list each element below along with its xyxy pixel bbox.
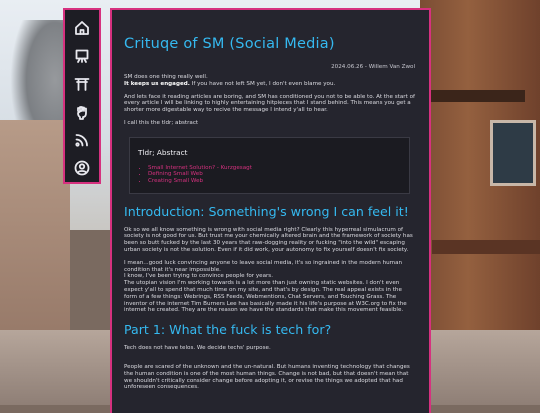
list-item: Defining Small Web <box>148 171 401 178</box>
intro-paragraph-2: And lets face it reading articles are bo… <box>124 93 415 114</box>
intro-line-1: SM does one thing really well. <box>124 74 208 80</box>
home-icon <box>75 21 89 35</box>
torii-icon <box>74 78 90 91</box>
list-item: Small Internet Solution? - Kurzgesagt <box>148 165 401 172</box>
nav-activism-button[interactable] <box>69 100 95 124</box>
section-2-paragraph-1: Tech does not have telos. We decide tech… <box>124 345 271 352</box>
section-2-heading: Part 1: What the fuck is tech for? <box>124 322 332 338</box>
tldr-link-creating-small-web[interactable]: Creating Small Web <box>148 178 203 184</box>
fist-icon <box>77 106 87 120</box>
background-balcony <box>432 240 540 254</box>
article-meta: 2024.06.26 - Willem Van Zwol <box>331 64 415 70</box>
sidebar-nav <box>63 8 101 184</box>
section-1-paragraph-4: The utopian vision I'm working towards i… <box>124 280 407 314</box>
article-panel: Crituqe of SM (Social Media) 2024.06.26 … <box>110 8 431 413</box>
section-1-paragraph-2: I mean...good luck convincing anyone to … <box>124 259 403 273</box>
intro-paragraph-3: I call this the tldr; abstract <box>124 119 199 126</box>
nav-profile-button[interactable] <box>69 156 95 180</box>
section-2-paragraph-2: People are scared of the unknown and the… <box>124 363 410 391</box>
intro-bold-text: It keeps us engaged. <box>124 80 190 87</box>
tldr-link-kurzgesagt[interactable]: Small Internet Solution? - Kurzgesagt <box>148 165 252 171</box>
intro-paragraph-1: SM does one thing really well. It keeps … <box>124 74 415 88</box>
article-title: Crituqe of SM (Social Media) <box>124 36 335 52</box>
nav-home-button[interactable] <box>69 16 95 40</box>
intro-line-1-rest: If you have not left SM yet, I don't eve… <box>191 80 336 87</box>
section-1-heading: Introduction: Something's wrong I can fe… <box>124 203 409 219</box>
tldr-link-defining-small-web[interactable]: Defining Small Web <box>148 171 203 177</box>
rss-icon <box>75 134 88 147</box>
tldr-link-list: Small Internet Solution? - Kurzgesagt De… <box>138 165 401 185</box>
nav-culture-button[interactable] <box>69 72 95 96</box>
section-1-paragraph-3: I know, I've been trying to convince peo… <box>124 273 273 280</box>
easel-icon <box>75 49 89 63</box>
list-item: Creating Small Web <box>148 178 401 185</box>
nav-art-button[interactable] <box>69 44 95 68</box>
tldr-heading: Tldr; Abstract <box>138 147 188 157</box>
section-1-paragraph-1: Ok so we all know something is wrong wit… <box>124 226 413 253</box>
nav-rss-button[interactable] <box>69 128 95 152</box>
user-circle-icon <box>74 160 90 176</box>
tldr-abstract-box: Tldr; Abstract Small Internet Solution? … <box>129 136 410 194</box>
